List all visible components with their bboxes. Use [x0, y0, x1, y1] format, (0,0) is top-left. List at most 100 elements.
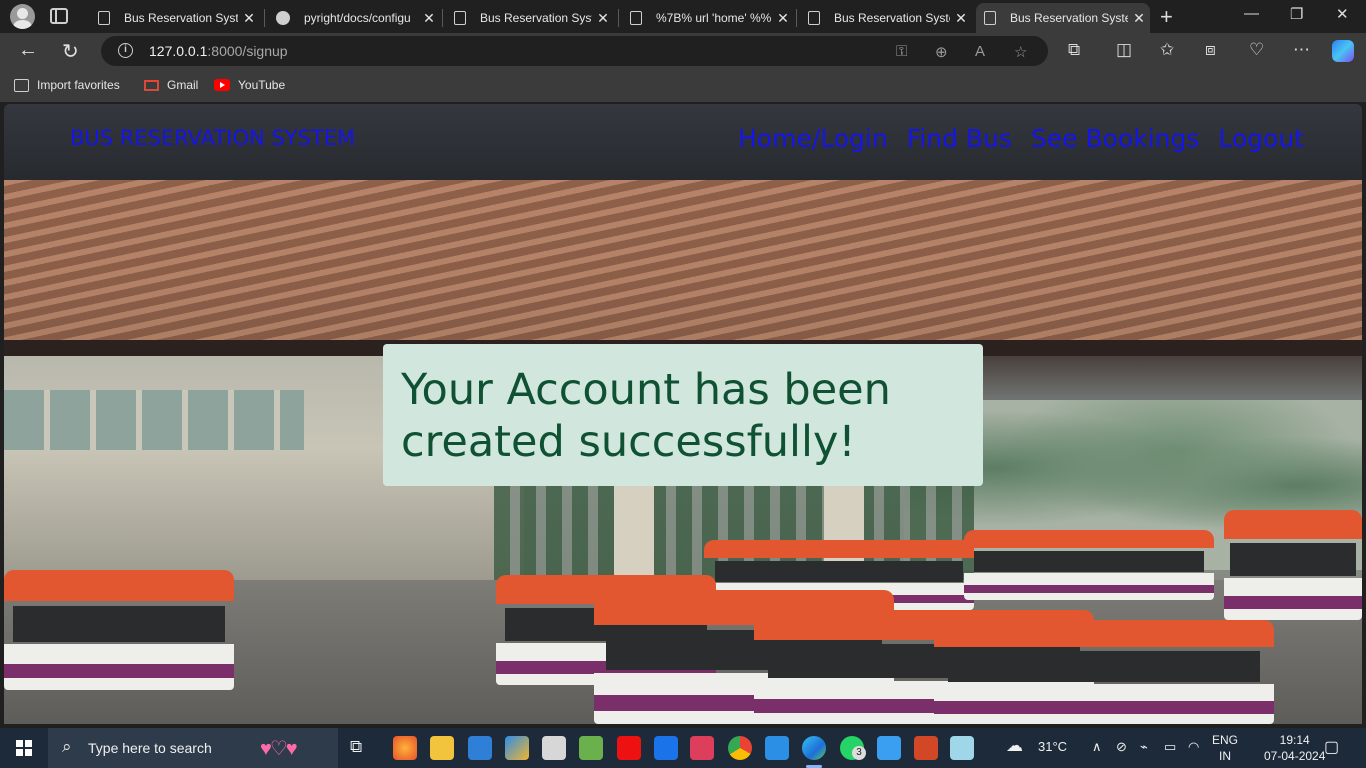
- favorites-bar: Import favorites Gmail YouTube: [0, 70, 1366, 102]
- close-window-icon[interactable]: ✕: [1336, 5, 1349, 23]
- clock[interactable]: 19:14 07-04-2024: [1264, 732, 1325, 764]
- more-menu-icon[interactable]: ⋯: [1293, 40, 1310, 60]
- meet-icon[interactable]: [654, 736, 678, 760]
- tab-actions-icon[interactable]: [50, 8, 68, 24]
- tab-title: Bus Reservation Syste: [480, 11, 592, 25]
- site-nav-links: Home/Login Find Bus See Bookings Logout: [738, 124, 1304, 153]
- success-alert: Your Account has been created successful…: [383, 344, 983, 486]
- page-icon: [630, 11, 642, 25]
- close-tab-icon[interactable]: ✕: [772, 10, 794, 27]
- store-icon[interactable]: [505, 736, 529, 760]
- network-off-icon[interactable]: ⊘: [1116, 739, 1127, 755]
- page-icon: [808, 11, 820, 25]
- firefox-icon[interactable]: [393, 736, 417, 760]
- close-tab-icon[interactable]: ✕: [418, 10, 440, 27]
- vscode-icon[interactable]: [765, 736, 789, 760]
- site-brand[interactable]: BUS RESERVATION SYSTEM: [70, 126, 355, 150]
- page-icon: [98, 11, 110, 25]
- page-viewport: BUS RESERVATION SYSTEM Home/Login Find B…: [4, 104, 1362, 724]
- notifications-icon[interactable]: ▢: [1324, 737, 1339, 757]
- photos-icon[interactable]: [877, 736, 901, 760]
- collections-icon[interactable]: ⧈: [1205, 40, 1216, 60]
- show-hidden-icons-icon[interactable]: ∧: [1092, 739, 1102, 755]
- gmail-icon: [144, 79, 159, 91]
- split-screen-icon[interactable]: ◫: [1116, 40, 1132, 60]
- nav-find-bus[interactable]: Find Bus: [907, 124, 1012, 153]
- success-message: Your Account has been created successful…: [401, 365, 891, 467]
- read-aloud-icon[interactable]: A: [975, 43, 985, 60]
- hero-ceiling: [4, 180, 1362, 355]
- tab-title: Bus Reservation Syste: [1010, 11, 1128, 25]
- tab-title: pyright/docs/configu: [304, 11, 411, 25]
- bus: [4, 570, 234, 690]
- favorites-icon[interactable]: ✩: [1160, 40, 1174, 60]
- search-highlight-icon: ♥♡♥: [260, 738, 298, 760]
- browser-toolbar: ← ↻ i 127.0.0.1:8000/signup ⚿ ⊕ A ☆ ⧉ ◫ …: [0, 33, 1366, 70]
- weather-icon[interactable]: ☁: [1006, 736, 1023, 756]
- back-icon[interactable]: ←: [18, 39, 38, 62]
- notepad-icon[interactable]: [579, 736, 603, 760]
- favorite-gmail[interactable]: Gmail: [144, 78, 198, 92]
- language-indicator[interactable]: ENG IN: [1212, 732, 1238, 764]
- minimize-icon[interactable]: —: [1244, 5, 1259, 22]
- tab-title: %7B% url 'home' %%: [656, 11, 772, 25]
- bus-depot-background: Your Account has been created successful…: [4, 180, 1362, 724]
- address-url[interactable]: 127.0.0.1:8000/signup: [149, 43, 288, 59]
- app-icon[interactable]: [950, 736, 974, 760]
- zoom-icon[interactable]: ⊕: [935, 43, 948, 61]
- page-icon: [984, 11, 996, 25]
- key-icon[interactable]: ⚿: [896, 43, 907, 60]
- tab-bus-reservation-active[interactable]: Bus Reservation Syste ✕: [976, 3, 1150, 33]
- nav-see-bookings[interactable]: See Bookings: [1031, 124, 1199, 153]
- tab-bus-reservation-1[interactable]: Bus Reservation Syste ✕: [90, 3, 260, 33]
- edge-icon[interactable]: [802, 736, 826, 768]
- youtube-icon: [214, 79, 230, 91]
- page-icon: [454, 11, 466, 25]
- chrome-icon[interactable]: [728, 736, 752, 760]
- address-bar[interactable]: i 127.0.0.1:8000/signup ⚿ ⊕ A ☆: [101, 36, 1048, 66]
- nav-home-login[interactable]: Home/Login: [738, 124, 888, 153]
- wifi-icon[interactable]: ◠: [1188, 739, 1199, 755]
- refresh-icon[interactable]: ↻: [62, 39, 79, 64]
- site-info-icon[interactable]: i: [118, 43, 133, 58]
- close-tab-icon[interactable]: ✕: [238, 10, 260, 27]
- python-file-icon[interactable]: [542, 736, 566, 760]
- tab-title: Bus Reservation Syste: [834, 11, 950, 25]
- taskbar-search[interactable]: ⌕ Type here to search ♥♡♥: [48, 728, 338, 768]
- profile-avatar-icon[interactable]: [10, 4, 35, 29]
- windows-taskbar: ⌕ Type here to search ♥♡♥ ⧉ ☁ 31°C ∧ ⊘ ⌁…: [0, 728, 1366, 768]
- favorite-youtube[interactable]: YouTube: [214, 78, 285, 92]
- mail-icon[interactable]: [468, 736, 492, 760]
- bus: [964, 530, 1214, 600]
- site-navbar: BUS RESERVATION SYSTEM Home/Login Find B…: [4, 104, 1362, 180]
- whatsapp-badge: 3: [852, 746, 866, 760]
- tab-bus-reservation-3[interactable]: Bus Reservation Syste ✕: [800, 3, 972, 33]
- tab-url-home[interactable]: %7B% url 'home' %% ✕: [622, 3, 794, 33]
- task-view-icon[interactable]: ⧉: [350, 737, 362, 757]
- youtube-app-icon[interactable]: [617, 736, 641, 760]
- bus: [1224, 510, 1362, 620]
- copilot-icon[interactable]: [1332, 40, 1354, 62]
- nav-logout[interactable]: Logout: [1218, 124, 1304, 153]
- restore-icon[interactable]: ❐: [1290, 5, 1303, 23]
- favorite-import[interactable]: Import favorites: [14, 78, 120, 92]
- powerpoint-icon[interactable]: [914, 736, 938, 760]
- favorite-star-icon[interactable]: ☆: [1014, 43, 1027, 61]
- new-tab-icon[interactable]: +: [1160, 4, 1173, 30]
- github-icon: [276, 11, 290, 25]
- extensions-icon[interactable]: ⧉: [1068, 40, 1080, 60]
- close-tab-icon[interactable]: ✕: [950, 10, 972, 27]
- usb-icon[interactable]: ⌁: [1140, 739, 1148, 755]
- close-tab-icon[interactable]: ✕: [1128, 10, 1150, 27]
- file-explorer-icon[interactable]: [430, 736, 454, 760]
- search-icon: ⌕: [62, 737, 72, 756]
- weather-temperature[interactable]: 31°C: [1038, 739, 1067, 754]
- tab-bus-reservation-2[interactable]: Bus Reservation Syste ✕: [446, 3, 614, 33]
- app-icon[interactable]: [690, 736, 714, 760]
- browser-essentials-icon[interactable]: ♡: [1249, 40, 1264, 60]
- start-icon[interactable]: [16, 740, 32, 756]
- tab-title: Bus Reservation Syste: [124, 11, 238, 25]
- tab-pyright-docs[interactable]: pyright/docs/configu ✕: [268, 3, 440, 33]
- close-tab-icon[interactable]: ✕: [592, 10, 614, 27]
- battery-icon[interactable]: ▭: [1164, 739, 1176, 755]
